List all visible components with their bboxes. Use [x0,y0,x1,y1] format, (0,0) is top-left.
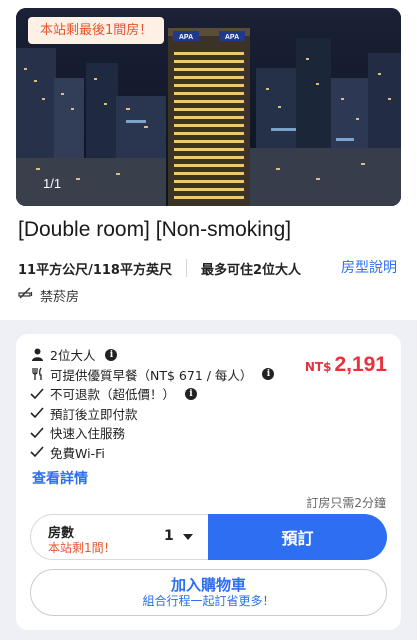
booking-row: 房數 本站剩1間！ 1 預訂 [30,514,387,560]
feature-list: 2位大人 i 可提供優質早餐（NT$ 671 / 每人） i 不可退款（超低價！… [30,345,290,462]
smoking-policy-label: 禁菸房 [40,289,80,305]
specs-divider [185,259,187,277]
price-amount: 2,191 [334,353,387,376]
room-price: NT$ 2,191 [305,353,387,377]
feature-pay-now: 預訂後立即付款 [30,404,290,424]
add-to-cart-subtext: 組合行程一起訂省更多！ [142,594,275,608]
room-size: 11平方公尺/118平方英尺 [18,262,172,278]
feature-text: 預訂後立即付款 [50,406,138,422]
feature-guests: 2位大人 i [30,345,290,365]
quantity-value-wrap[interactable]: 1 [164,528,193,544]
caret-down-icon [182,528,193,544]
hotel-sign-right: APA [225,34,239,41]
room-quantity-select[interactable]: 房數 本站剩1間！ 1 [30,514,210,560]
quantity-value: 1 [164,528,174,544]
feature-text: 2位大人 [50,348,96,364]
view-details-link[interactable]: 查看詳情 [32,468,88,488]
room-specs: 11平方公尺/118平方英尺 最多可住2位大人 [18,257,301,279]
info-icon[interactable]: i [105,348,118,361]
feature-wifi: 免費Wi-Fi [30,443,290,463]
feature-express-checkin: 快速入住服務 [30,423,290,443]
room-title: [Double room] [Non-smoking] [18,218,292,241]
check-icon [30,445,44,459]
utensils-icon [30,367,44,381]
feature-text: 免費Wi-Fi [50,445,105,461]
no-smoking-icon [18,287,34,303]
info-icon[interactable]: i [185,387,198,400]
book-button[interactable]: 預訂 [208,514,387,560]
booking-time-note: 訂房只需2分鐘 [306,496,386,510]
check-icon [30,406,44,420]
check-icon [30,387,44,401]
feature-text: 可提供優質早餐（NT$ 671 / 每人） [50,367,253,383]
feature-text: 快速入住服務 [50,426,126,442]
smoking-policy: 禁菸房 [18,284,79,306]
price-currency: NT$ [304,360,332,374]
add-to-cart-label: 加入購物車 [170,576,246,594]
room-info-link[interactable]: 房型說明 [341,257,397,279]
check-icon [30,426,44,440]
offer-card: 2位大人 i 可提供優質早餐（NT$ 671 / 每人） i 不可退款（超低價！… [16,334,401,630]
add-to-cart-button[interactable]: 加入購物車 組合行程一起訂省更多！ [30,569,387,616]
rooms-left-note: 本站剩1間！ [48,541,116,555]
person-icon [30,348,44,362]
room-capacity: 最多可住2位大人 [200,262,302,278]
last-room-badge: 本站剩最後1間房！ [28,17,165,44]
feature-nonrefundable: 不可退款（超低價！） i [30,384,290,404]
info-icon[interactable]: i [262,368,275,381]
room-photo[interactable]: APA APA 本站剩最後1間房！ 1/1 [16,8,401,206]
feature-breakfast: 可提供優質早餐（NT$ 671 / 每人） i [30,365,290,385]
feature-text: 不可退款（超低價！） [50,387,176,403]
photo-counter: 1/1 [43,176,62,191]
hotel-sign-left: APA [179,34,193,41]
